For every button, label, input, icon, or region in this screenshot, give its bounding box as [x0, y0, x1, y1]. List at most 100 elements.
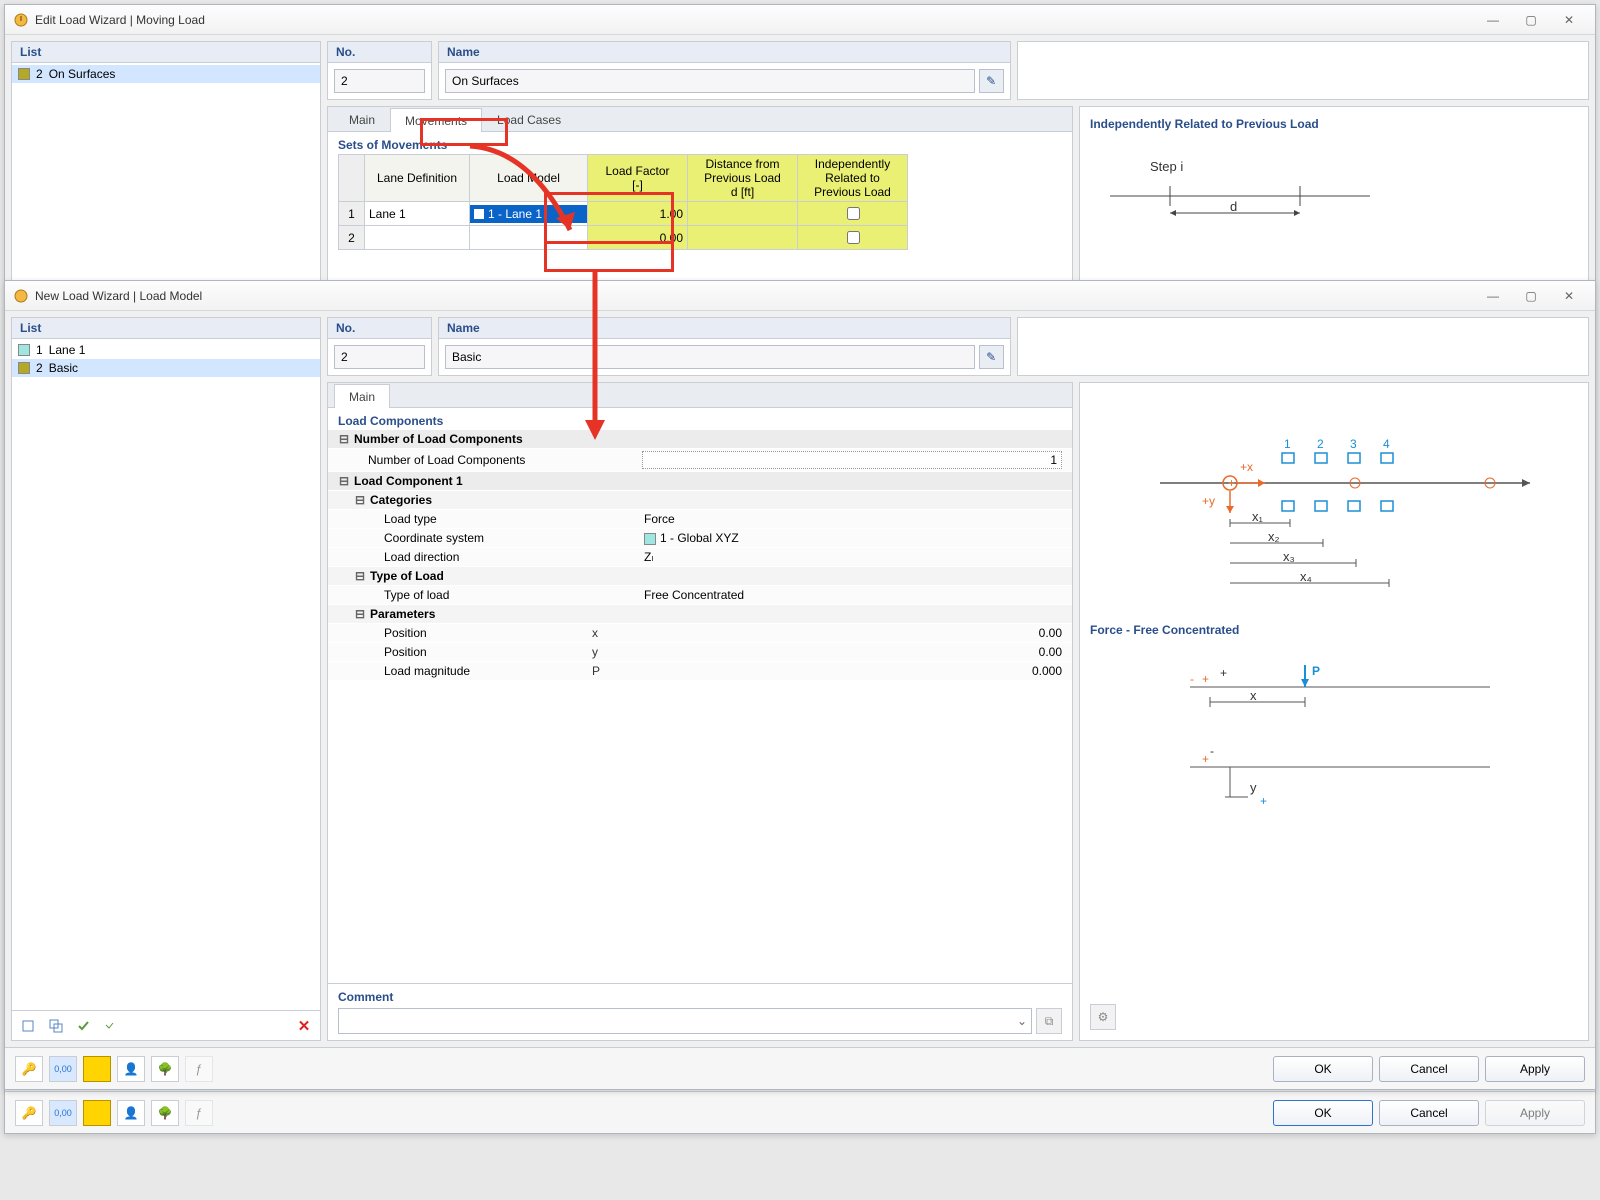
tree-button[interactable]: 🌳 — [151, 1056, 179, 1082]
list-item[interactable]: 2 On Surfaces — [12, 65, 320, 83]
cell-dist[interactable] — [688, 202, 798, 226]
diagram-settings-button[interactable]: ⚙ — [1090, 1004, 1116, 1030]
ok-button[interactable]: OK — [1273, 1056, 1373, 1082]
tree-button[interactable]: 🌳 — [151, 1100, 179, 1126]
svg-text:4: 4 — [1383, 437, 1390, 451]
svg-text:-: - — [1190, 672, 1194, 686]
cancel-button[interactable]: Cancel — [1379, 1056, 1479, 1082]
load-components-title: Load Components — [328, 408, 1072, 430]
name-label-1: Name — [439, 42, 1010, 63]
comment-area: Comment ⌄ ⧉ — [328, 983, 1072, 1040]
list-item[interactable]: 2 Basic — [12, 359, 320, 377]
color-swatch-icon — [18, 68, 30, 80]
svg-text:+x: +x — [1240, 460, 1253, 474]
svg-text:P: P — [1312, 664, 1320, 678]
titlebar-1: Edit Load Wizard | Moving Load — ▢ ✕ — [5, 5, 1595, 35]
svg-text:+: + — [1202, 752, 1209, 766]
list-item[interactable]: 1 Lane 1 — [12, 341, 320, 359]
side-blank-2 — [1017, 317, 1590, 376]
name-field-2[interactable] — [445, 345, 975, 369]
titlebar-2: New Load Wizard | Load Model — ▢ ✕ — [5, 281, 1595, 311]
new-item-button[interactable] — [16, 1014, 40, 1038]
color-swatch-icon — [18, 344, 30, 356]
list-item-num: 2 — [36, 67, 43, 81]
movements-table[interactable]: Lane Definition Load Model Load Factor[-… — [338, 154, 908, 250]
window-title-2: New Load Wizard | Load Model — [35, 289, 1475, 303]
svg-text:x₃: x₃ — [1283, 549, 1295, 564]
force-diagram-icon: + - + P x + - — [1090, 647, 1570, 847]
list-panel-2: List 1 Lane 1 2 Basic ✕ — [11, 317, 321, 1041]
figure-button[interactable]: 👤 — [117, 1100, 145, 1126]
col-load-model: Load Model — [470, 155, 588, 202]
svg-text:3: 3 — [1350, 437, 1357, 451]
property-grid[interactable]: ⊟Number of Load Components Number of Loa… — [328, 430, 1072, 983]
maximize-button[interactable]: ▢ — [1513, 284, 1549, 308]
cell-chk[interactable] — [798, 202, 908, 226]
window-new-load-wizard: New Load Wizard | Load Model — ▢ ✕ List … — [4, 280, 1596, 1090]
list-item-label: On Surfaces — [49, 67, 116, 81]
list-header-2: List — [12, 318, 320, 339]
units-button[interactable]: 0,00 — [49, 1100, 77, 1126]
copy-item-button[interactable] — [44, 1014, 68, 1038]
independent-checkbox[interactable] — [847, 207, 860, 220]
col-lane-definition: Lane Definition — [365, 155, 470, 202]
maximize-button[interactable]: ▢ — [1513, 8, 1549, 32]
color-button[interactable] — [83, 1100, 111, 1126]
tab-load-cases[interactable]: Load Cases — [482, 107, 576, 131]
svg-text:d: d — [1230, 199, 1237, 214]
figure-button[interactable]: 👤 — [117, 1056, 145, 1082]
name-label-2: Name — [439, 318, 1010, 339]
color-swatch-icon — [18, 362, 30, 374]
check-all-button[interactable] — [100, 1014, 124, 1038]
close-button[interactable]: ✕ — [1551, 8, 1587, 32]
check-button[interactable] — [72, 1014, 96, 1038]
cell-load-model[interactable]: 1 - Lane 1 — [470, 202, 588, 226]
script-button: ƒ — [185, 1056, 213, 1082]
apply-button[interactable]: Apply — [1485, 1056, 1585, 1082]
cell-lane[interactable]: Lane 1 — [365, 202, 470, 226]
svg-text:x: x — [1250, 688, 1257, 703]
axis-diagram-icon: + +x +y 1 2 — [1090, 393, 1570, 613]
comment-library-button[interactable]: ⧉ — [1036, 1008, 1062, 1034]
svg-text:Step i: Step i — [1150, 159, 1183, 174]
list-item-label: Lane 1 — [49, 343, 86, 357]
name-field-1[interactable] — [445, 69, 975, 93]
cell-factor[interactable]: 0.00 — [588, 226, 688, 250]
name-group-2: Name ✎ — [438, 317, 1011, 376]
cancel-button[interactable]: Cancel — [1379, 1100, 1479, 1126]
tab-main-2[interactable]: Main — [334, 384, 390, 408]
no-field-2[interactable] — [334, 345, 425, 369]
num-components-field[interactable] — [642, 451, 1062, 469]
ok-button[interactable]: OK — [1273, 1100, 1373, 1126]
minimize-button[interactable]: — — [1475, 8, 1511, 32]
help-button[interactable]: 🔑 — [15, 1056, 43, 1082]
color-button[interactable] — [83, 1056, 111, 1082]
no-field-1[interactable] — [334, 69, 425, 93]
no-label-1: No. — [328, 42, 431, 63]
side-area-2: + +x +y 1 2 — [1079, 382, 1589, 1041]
tab-movements[interactable]: Movements — [390, 108, 482, 132]
delete-button[interactable]: ✕ — [292, 1014, 316, 1038]
comment-combo[interactable]: ⌄ — [338, 1008, 1032, 1034]
close-button[interactable]: ✕ — [1551, 284, 1587, 308]
cell-factor[interactable]: 1.00 — [588, 202, 688, 226]
tab-main[interactable]: Main — [334, 107, 390, 131]
row-num: 1 — [339, 202, 365, 226]
independent-checkbox[interactable] — [847, 231, 860, 244]
svg-text:x₂: x₂ — [1268, 529, 1280, 544]
svg-text:-: - — [1210, 744, 1214, 758]
help-button[interactable]: 🔑 — [15, 1100, 43, 1126]
units-button[interactable]: 0,00 — [49, 1056, 77, 1082]
main-area-2: Main Load Components ⊟Number of Load Com… — [327, 382, 1073, 1041]
edit-name-button[interactable]: ✎ — [979, 69, 1004, 93]
no-group-2: No. — [327, 317, 432, 376]
app-icon — [13, 12, 29, 28]
minimize-button[interactable]: — — [1475, 284, 1511, 308]
svg-text:x₄: x₄ — [1300, 569, 1312, 584]
col-independent: Independently Related to Previous Load — [798, 155, 908, 202]
list-item-num: 1 — [36, 343, 43, 357]
svg-text:+: + — [1228, 476, 1235, 490]
svg-text:+: + — [1260, 794, 1267, 808]
edit-name-button[interactable]: ✎ — [979, 345, 1004, 369]
list-item-label: Basic — [49, 361, 78, 375]
